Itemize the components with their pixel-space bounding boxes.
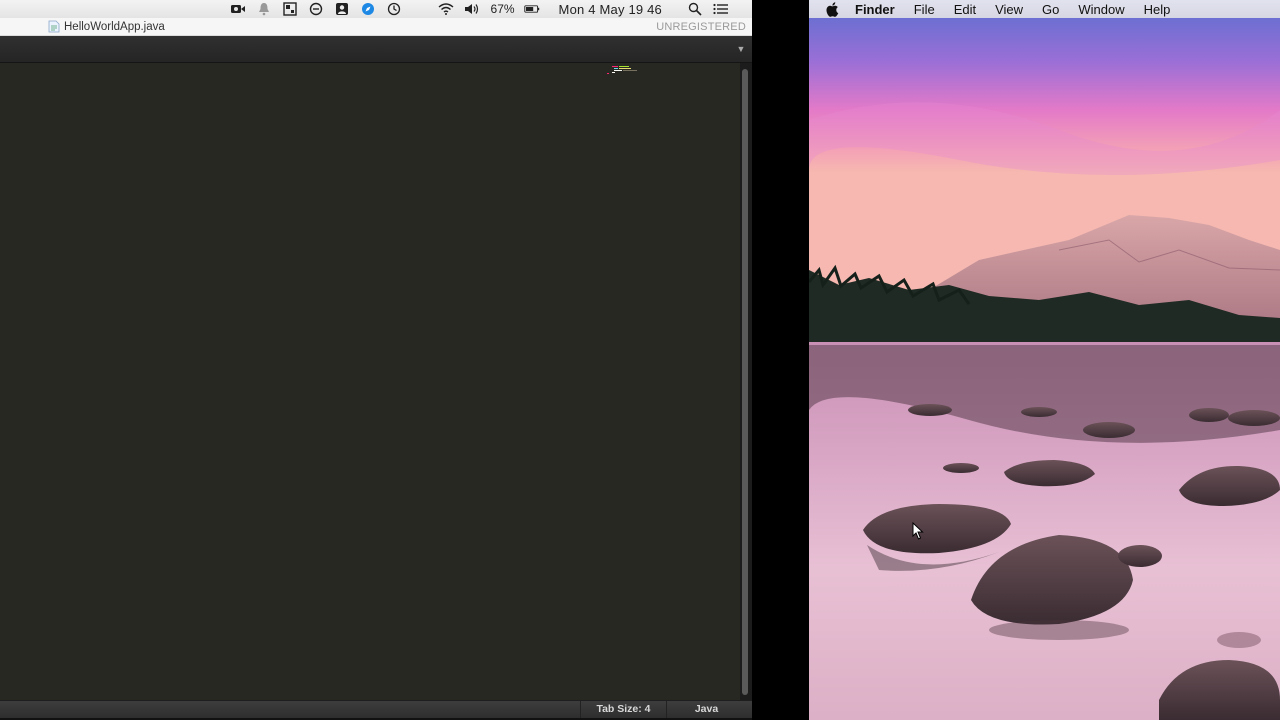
desktop-screen[interactable]: Finder File Edit View Go Window Help [809,0,1280,720]
system-menubar: 67% Mon 4 May 19 46 [0,0,752,18]
apple-icon[interactable] [826,1,840,17]
menu-edit[interactable]: Edit [954,2,976,17]
minimap[interactable] [604,65,642,75]
menu-file[interactable]: File [914,2,935,17]
status-bar: Tab Size: 4 Java [0,700,752,718]
video-camera-icon[interactable] [229,1,247,17]
vertical-scrollbar[interactable] [740,63,752,700]
document-icon [48,20,60,33]
title-file: HelloWorldApp.java [48,20,165,33]
syntax-indicator[interactable]: Java [666,701,746,718]
mouse-cursor-icon [912,522,924,540]
editor-screen: 67% Mon 4 May 19 46 HelloWorldApp.java U… [0,0,752,720]
volume-icon[interactable] [463,1,481,17]
notification-center-icon[interactable] [712,1,730,17]
user-card-icon[interactable] [333,1,351,17]
desktop-wallpaper [809,0,1280,720]
window-title: HelloWorldApp.java [64,20,165,33]
safari-icon[interactable] [359,1,377,17]
code-editor[interactable] [0,63,740,700]
finder-menubar: Finder File Edit View Go Window Help [809,0,1280,18]
scrollbar-thumb[interactable] [742,69,748,695]
window-titlebar[interactable]: HelloWorldApp.java UNREGISTERED [0,18,752,36]
menubar-clock[interactable]: Mon 4 May 19 46 [559,2,662,17]
battery-icon[interactable] [523,1,541,17]
menu-finder[interactable]: Finder [855,2,895,17]
screen-gap [752,0,809,720]
wifi-icon[interactable] [437,1,455,17]
spotlight-search-icon[interactable] [686,1,704,17]
circle-icon[interactable] [307,1,325,17]
tab-bar: ▼ [0,36,752,63]
menu-help[interactable]: Help [1144,2,1171,17]
unregistered-label: UNREGISTERED [656,21,746,33]
menu-window[interactable]: Window [1078,2,1124,17]
tab-size-indicator[interactable]: Tab Size: 4 [580,701,666,718]
menu-go[interactable]: Go [1042,2,1059,17]
notification-bell-icon[interactable] [255,1,273,17]
tab-dropdown-icon[interactable]: ▼ [736,44,746,54]
battery-percent: 67% [490,2,515,16]
window-layout-icon[interactable] [281,1,299,17]
time-machine-icon[interactable] [385,1,403,17]
menu-view[interactable]: View [995,2,1023,17]
